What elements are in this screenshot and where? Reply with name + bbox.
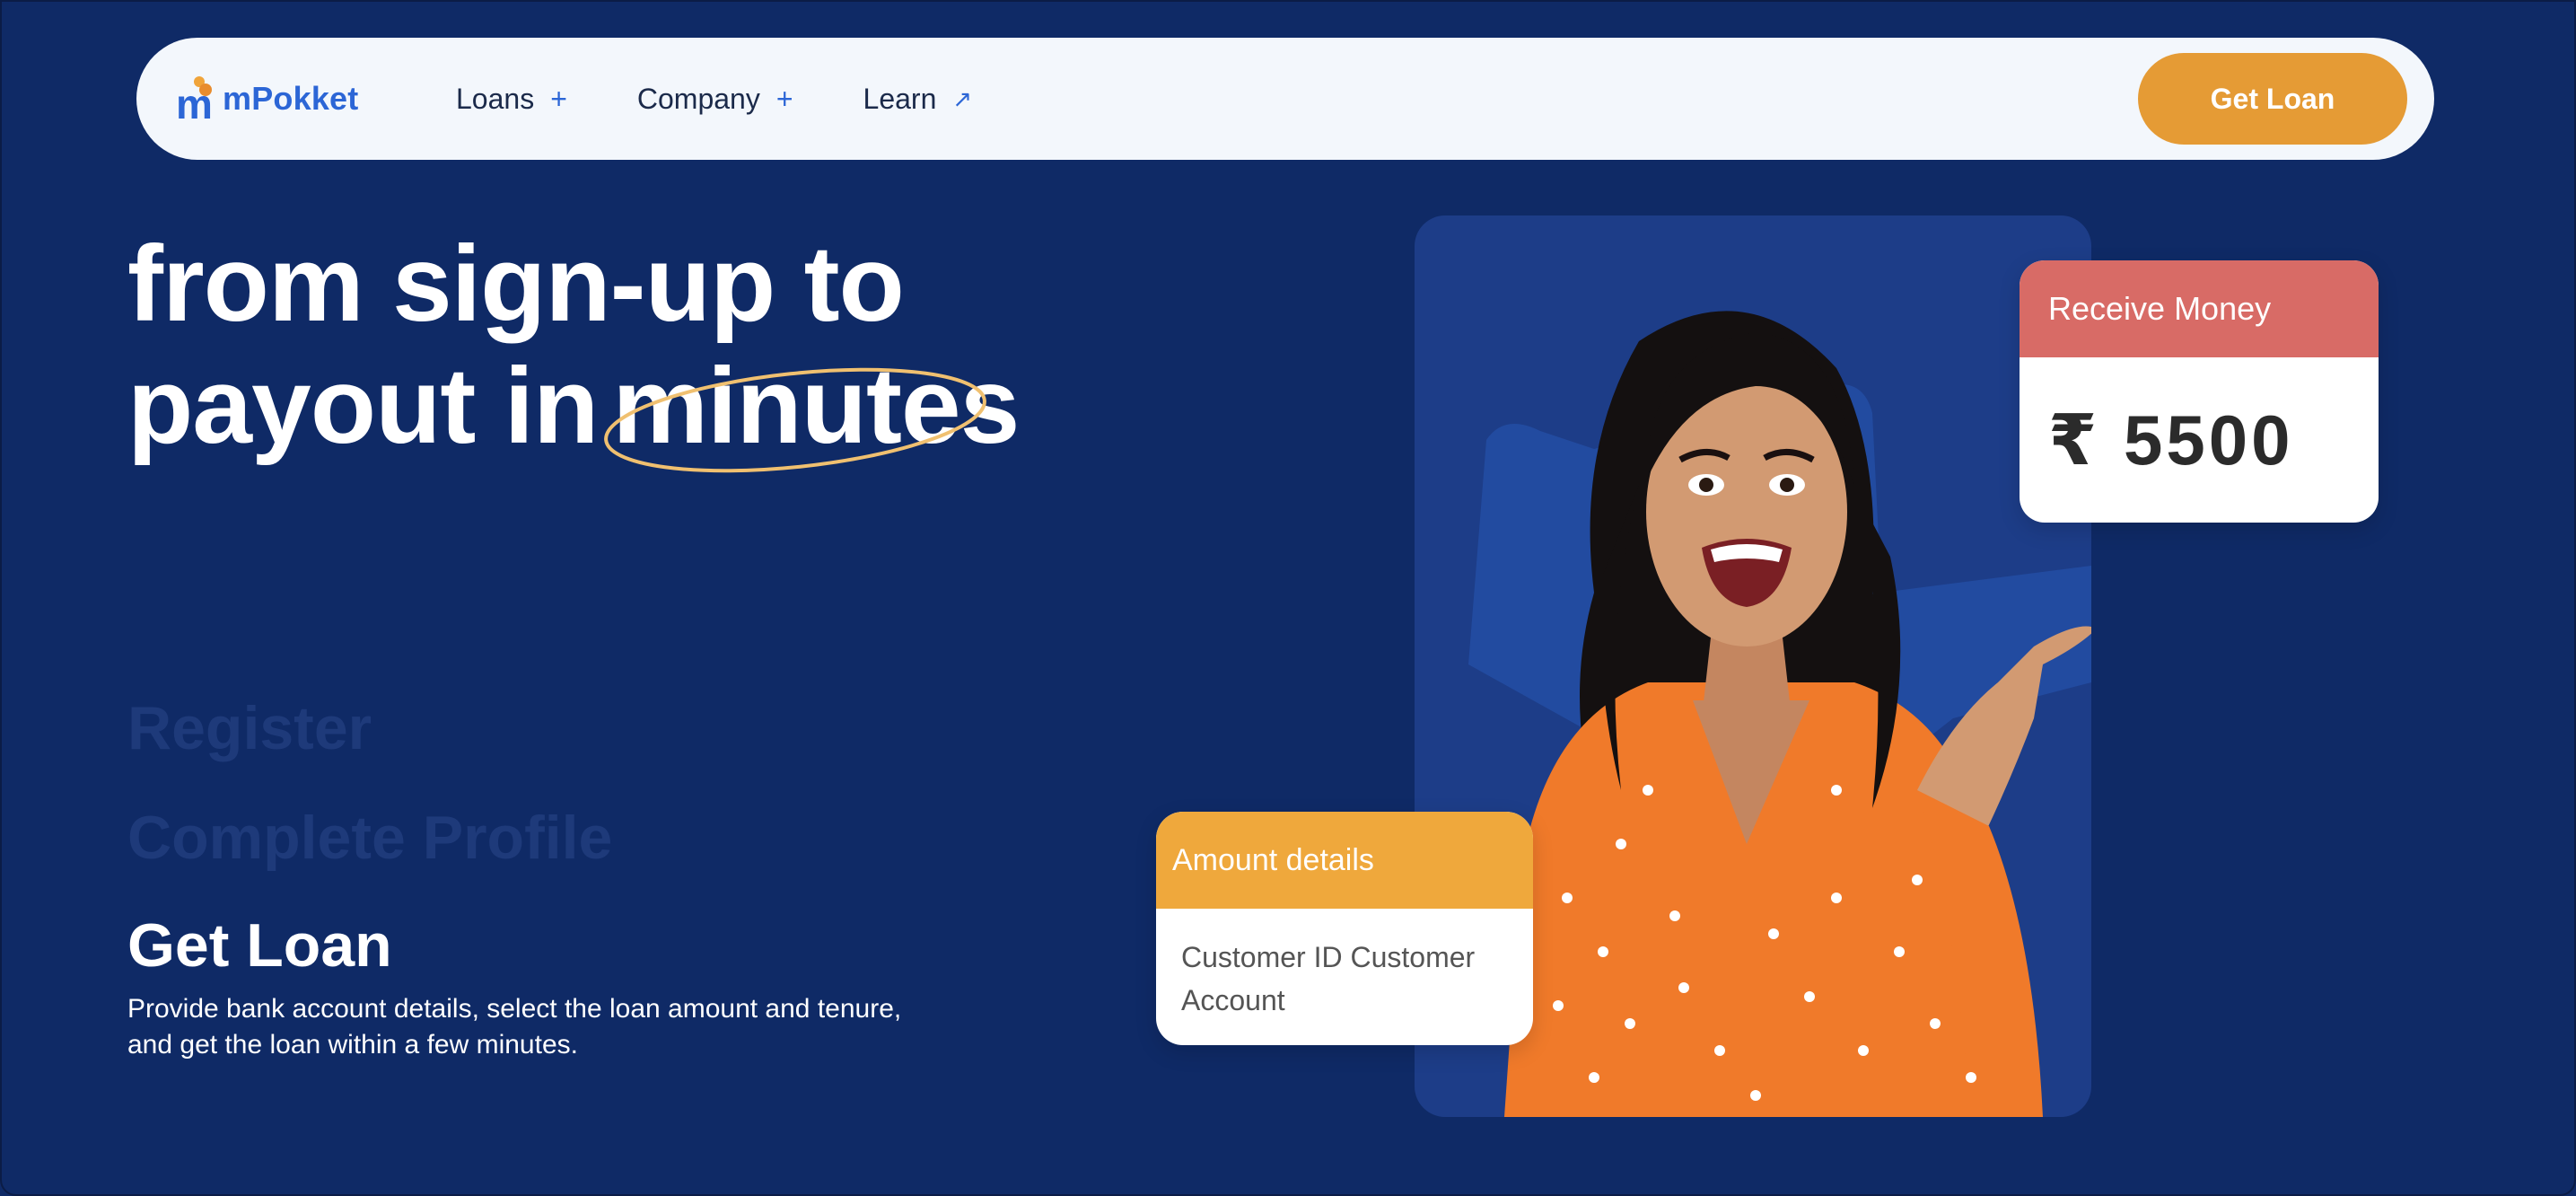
main-nav: Loans + Company + Learn ↗	[456, 38, 1042, 160]
brand-name: mPokket	[223, 80, 359, 117]
hero-title-highlight: minutes	[604, 345, 1020, 473]
step-complete-profile[interactable]: Complete Profile	[127, 803, 612, 873]
brand-logo[interactable]: m mPokket	[176, 72, 358, 126]
logo-mark-icon: m	[176, 76, 214, 125]
plus-icon: +	[775, 83, 793, 115]
receive-money-title: Receive Money	[2020, 260, 2379, 357]
hero-title-prefix: payout in	[127, 346, 599, 466]
step-description: Provide bank account details, select the…	[127, 994, 902, 1060]
nav-item-label: Loans	[456, 82, 535, 115]
top-navbar: m mPokket Loans + Company + Learn ↗ Get …	[136, 38, 2434, 160]
amount-details-title: Amount details	[1156, 812, 1533, 909]
get-loan-button[interactable]: Get Loan	[2138, 53, 2407, 145]
hero-title: from sign-up to payout in minutes	[127, 223, 1020, 473]
nav-item-label: Company	[636, 82, 760, 115]
nav-item-label: Learn	[863, 82, 937, 115]
receive-money-amount: ₹ 5500	[2048, 400, 2294, 479]
step-register[interactable]: Register	[127, 693, 372, 763]
nav-item-loans[interactable]: Loans +	[456, 83, 567, 116]
nav-item-company[interactable]: Company +	[637, 83, 793, 116]
hero-title-line2: payout in minutes	[127, 345, 1020, 473]
step-get-loan[interactable]: Get Loan	[127, 910, 392, 981]
amount-details-card: Amount details Customer ID Customer Acco…	[1156, 812, 1533, 1045]
plus-icon: +	[550, 83, 567, 115]
external-arrow-icon: ↗	[952, 85, 973, 112]
nav-item-learn[interactable]: Learn ↗	[863, 83, 973, 116]
receive-money-card: Receive Money ₹ 5500	[2020, 260, 2379, 523]
hero-title-line1: from sign-up to	[127, 224, 905, 344]
highlight-ellipse-icon	[604, 367, 987, 473]
amount-details-body: Customer ID Customer Account	[1181, 941, 1476, 1016]
